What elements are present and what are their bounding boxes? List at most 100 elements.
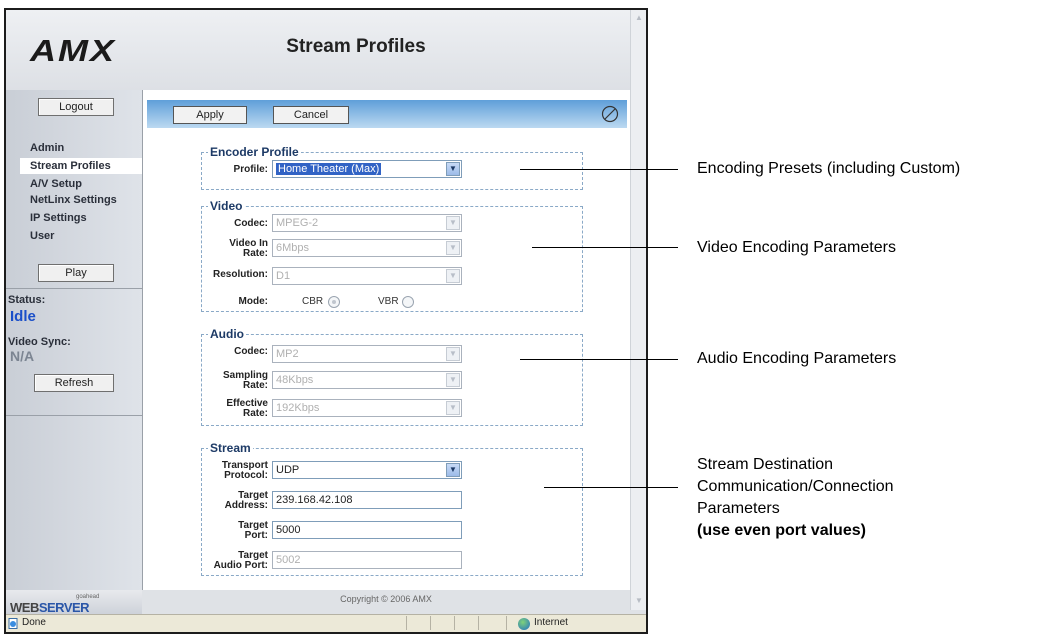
encoder-profile-group: Encoder Profile Profile: Home Theater (M… bbox=[201, 145, 583, 190]
effective-rate-select[interactable]: 192Kbps ▼ bbox=[272, 399, 462, 417]
leader-line-stream bbox=[544, 487, 678, 488]
globe-icon bbox=[518, 618, 530, 630]
webserver-logo-server: SERVER bbox=[38, 600, 90, 615]
audio-codec-select[interactable]: MP2 ▼ bbox=[272, 345, 462, 363]
video-codec-select[interactable]: MPEG-2 ▼ bbox=[272, 214, 462, 232]
statusbar-divider bbox=[506, 616, 507, 630]
statusbar-divider bbox=[454, 616, 455, 630]
statusbar-divider bbox=[406, 616, 407, 630]
vertical-scrollbar[interactable]: ▲ ▼ bbox=[630, 10, 646, 610]
resolution-value: D1 bbox=[276, 270, 291, 282]
dropdown-arrow-icon: ▼ bbox=[446, 463, 460, 477]
apply-button[interactable]: Apply bbox=[173, 106, 247, 124]
sampling-rate-value: 48Kbps bbox=[276, 374, 314, 386]
video-rate-label-2: Rate: bbox=[242, 248, 268, 259]
dropdown-arrow-icon: ▼ bbox=[446, 373, 460, 387]
mode-cbr-label: CBR bbox=[302, 296, 324, 307]
stream-legend: Stream bbox=[208, 441, 253, 455]
dropdown-arrow-icon: ▼ bbox=[446, 162, 460, 176]
dropdown-arrow-icon: ▼ bbox=[446, 269, 460, 283]
video-group: Video Codec: MPEG-2 ▼ Video In Rate: 6Mb… bbox=[201, 199, 583, 312]
callout-stream-line-3: Parameters bbox=[697, 500, 780, 517]
mode-vbr-label: VBR bbox=[378, 296, 399, 307]
stream-group: Stream Transport Protocol: UDP ▼ Target … bbox=[201, 441, 583, 576]
target-audio-port-label-2: Audio Port: bbox=[213, 560, 268, 571]
profile-select[interactable]: Home Theater (Max) ▼ bbox=[272, 160, 462, 178]
toolbar: Apply Cancel bbox=[147, 100, 627, 128]
sidebar: Logout Admin Stream Profiles A/V Setup N… bbox=[6, 90, 142, 590]
refresh-button[interactable]: Refresh bbox=[34, 374, 114, 392]
status-value: Idle bbox=[10, 308, 36, 325]
video-rate-value: 6Mbps bbox=[276, 242, 310, 254]
transport-protocol-select[interactable]: UDP ▼ bbox=[272, 461, 462, 479]
target-audio-port-input[interactable]: 5002 bbox=[272, 551, 462, 569]
copyright-text: Copyright © 2006 AMX bbox=[340, 594, 432, 604]
status-done-text: Done bbox=[22, 617, 46, 628]
video-rate-select[interactable]: 6Mbps ▼ bbox=[272, 239, 462, 257]
audio-group: Audio Codec: MP2 ▼ Sampling Rate: 48Kbps… bbox=[201, 327, 583, 426]
sampling-label-2: Rate: bbox=[242, 380, 268, 391]
statusbar-divider bbox=[478, 616, 479, 630]
target-address-label-2: Address: bbox=[224, 500, 268, 511]
mode-label: Mode: bbox=[238, 296, 268, 307]
amx-logo: AMX bbox=[30, 33, 116, 68]
scroll-up-icon[interactable]: ▲ bbox=[632, 11, 646, 25]
resolution-select[interactable]: D1 ▼ bbox=[272, 267, 462, 285]
page-title: Stream Profiles bbox=[286, 36, 426, 57]
dropdown-arrow-icon: ▼ bbox=[446, 401, 460, 415]
scroll-down-icon[interactable]: ▼ bbox=[632, 594, 646, 608]
browser-statusbar: Done Internet bbox=[6, 614, 646, 632]
webserver-logo-web: WEB bbox=[10, 600, 39, 615]
callout-audio-params: Audio Encoding Parameters bbox=[697, 350, 897, 367]
target-address-input[interactable]: 239.168.42.108 bbox=[272, 491, 462, 509]
sidebar-item-av-setup[interactable]: A/V Setup bbox=[20, 176, 142, 192]
sidebar-item-netlinx-settings[interactable]: NetLinx Settings bbox=[20, 192, 142, 208]
status-label: Status: bbox=[8, 294, 46, 306]
callout-stream-line-4: (use even port values) bbox=[697, 522, 866, 539]
mode-cbr-radio[interactable] bbox=[328, 296, 340, 308]
effective-label-2: Rate: bbox=[242, 408, 268, 419]
sampling-rate-select[interactable]: 48Kbps ▼ bbox=[272, 371, 462, 389]
leader-line-presets bbox=[520, 169, 678, 170]
browser-window: AMX Stream Profiles Logout Admin Stream … bbox=[4, 8, 648, 634]
audio-legend: Audio bbox=[208, 327, 246, 341]
statusbar-divider bbox=[430, 616, 431, 630]
video-sync-value: N/A bbox=[10, 348, 35, 364]
video-codec-label: Codec: bbox=[234, 218, 268, 229]
target-port-input[interactable]: 5000 bbox=[272, 521, 462, 539]
encoder-profile-legend: Encoder Profile bbox=[208, 145, 301, 159]
callout-stream-line-2: Communication/Connection bbox=[697, 478, 894, 495]
transport-label-2: Protocol: bbox=[224, 470, 268, 481]
no-entry-icon[interactable] bbox=[601, 105, 619, 123]
callout-encoding-presets: Encoding Presets (including Custom) bbox=[697, 160, 961, 177]
resolution-label: Resolution: bbox=[213, 269, 268, 280]
callout-video-params: Video Encoding Parameters bbox=[697, 239, 896, 256]
target-port-label-2: Port: bbox=[244, 530, 268, 541]
profile-label: Profile: bbox=[233, 164, 268, 175]
play-button[interactable]: Play bbox=[38, 264, 114, 282]
leader-line-audio bbox=[520, 359, 678, 360]
transport-protocol-value: UDP bbox=[276, 464, 300, 476]
video-sync-label: Video Sync: bbox=[8, 336, 71, 348]
effective-rate-value: 192Kbps bbox=[276, 402, 320, 414]
leader-line-video bbox=[532, 247, 678, 248]
callout-stream-line-1: Stream Destination bbox=[697, 456, 834, 473]
cancel-button[interactable]: Cancel bbox=[273, 106, 349, 124]
logout-button[interactable]: Logout bbox=[38, 98, 114, 116]
sidebar-item-stream-profiles[interactable]: Stream Profiles bbox=[20, 158, 142, 174]
audio-codec-value: MP2 bbox=[276, 348, 299, 360]
profile-select-value: Home Theater (Max) bbox=[276, 163, 382, 175]
sidebar-item-admin[interactable]: Admin bbox=[20, 140, 142, 156]
sidebar-item-ip-settings[interactable]: IP Settings bbox=[20, 210, 142, 226]
mode-vbr-radio[interactable] bbox=[402, 296, 414, 308]
page-icon bbox=[8, 618, 18, 629]
dropdown-arrow-icon: ▼ bbox=[446, 216, 460, 230]
video-legend: Video bbox=[208, 199, 245, 213]
status-zone-text: Internet bbox=[534, 617, 568, 628]
dropdown-arrow-icon: ▼ bbox=[446, 347, 460, 361]
sidebar-item-user[interactable]: User bbox=[20, 228, 142, 244]
dropdown-arrow-icon: ▼ bbox=[446, 241, 460, 255]
page-header: AMX Stream Profiles bbox=[6, 10, 630, 90]
main-content: Apply Cancel Encoder Profile Profile: Ho… bbox=[142, 90, 630, 590]
video-codec-value: MPEG-2 bbox=[276, 217, 319, 229]
